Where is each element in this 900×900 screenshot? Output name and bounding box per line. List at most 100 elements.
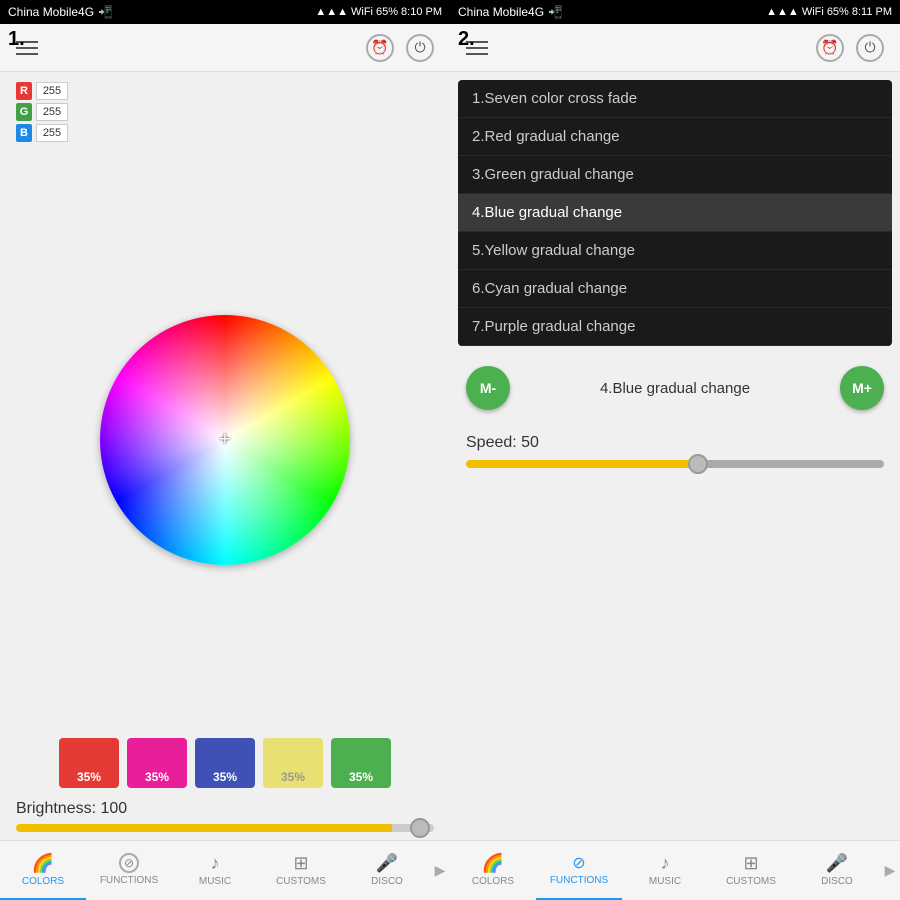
g-row: G 255 xyxy=(16,103,434,121)
functions-label-1: FUNCTIONS xyxy=(100,875,158,886)
wifi-2: WiFi xyxy=(802,6,824,18)
nav-arrow-1[interactable]: ▶ xyxy=(430,841,450,900)
function-item-2[interactable]: 2.Red gradual change xyxy=(458,118,892,156)
tab-disco-2[interactable]: 🎤 DISCO xyxy=(794,841,880,900)
screen1-label: 1. xyxy=(8,28,25,51)
music-label-2: MUSIC xyxy=(649,876,681,887)
tab-colors-1[interactable]: 🌈 COLORS xyxy=(0,841,86,900)
b-row: B 255 xyxy=(16,124,434,142)
sim-icon-1: 📲 xyxy=(98,5,113,19)
screen1-wrapper: China Mobile4G 📲 ▲▲▲ WiFi 65% 8:10 PM ⏰ … xyxy=(0,0,450,900)
m-minus-button[interactable]: M- xyxy=(466,366,510,410)
alarm-icon-1[interactable]: ⏰ xyxy=(366,34,394,62)
speed-slider[interactable] xyxy=(466,460,884,468)
function-item-7[interactable]: 7.Purple gradual change xyxy=(458,308,892,346)
brightness-section: Brightness: 100 xyxy=(0,796,450,840)
screen1: China Mobile4G 📲 ▲▲▲ WiFi 65% 8:10 PM ⏰ … xyxy=(0,0,450,900)
carrier-1: China Mobile4G xyxy=(8,5,94,19)
colors-label-1: COLORS xyxy=(22,876,64,887)
screen2-wrapper: China Mobile4G 📲 ▲▲▲ WiFi 65% 8:11 PM ⏰ … xyxy=(450,0,900,900)
tab-colors-2[interactable]: 🌈 COLORS xyxy=(450,841,536,900)
music-label-1: MUSIC xyxy=(199,876,231,887)
tab-customs-2[interactable]: ⊞ CUSTOMS xyxy=(708,841,794,900)
tab-functions-2[interactable]: ⊘ FUNCTIONS xyxy=(536,841,622,900)
disco-label-1: DISCO xyxy=(371,876,403,887)
swatch-green[interactable]: 35% xyxy=(331,738,391,788)
colors-icon-1: 🌈 xyxy=(32,853,54,874)
alarm-icon-2[interactable]: ⏰ xyxy=(816,34,844,62)
functions-icon-2: ⊘ xyxy=(572,853,585,873)
bottom-nav-2: 🌈 COLORS ⊘ FUNCTIONS ♪ MUSIC ⊞ CUSTOMS 🎤… xyxy=(450,840,900,900)
signal-1: ▲▲▲ xyxy=(315,6,348,18)
status-bar-2: China Mobile4G 📲 ▲▲▲ WiFi 65% 8:11 PM xyxy=(450,0,900,24)
screen2: China Mobile4G 📲 ▲▲▲ WiFi 65% 8:11 PM ⏰ … xyxy=(450,0,900,900)
swatch-red[interactable]: 35% xyxy=(59,738,119,788)
spacer-2 xyxy=(450,468,900,840)
swatch-blue[interactable]: 35% xyxy=(195,738,255,788)
tab-music-2[interactable]: ♪ MUSIC xyxy=(622,841,708,900)
m-plus-button[interactable]: M+ xyxy=(840,366,884,410)
function-control-row: M- 4.Blue gradual change M+ xyxy=(466,366,884,410)
function-controls: M- 4.Blue gradual change M+ xyxy=(450,354,900,434)
brightness-thumb[interactable] xyxy=(410,818,430,838)
tab-customs-1[interactable]: ⊞ CUSTOMS xyxy=(258,841,344,900)
disco-icon-1: 🎤 xyxy=(376,853,398,874)
r-letter: R xyxy=(16,82,32,100)
tab-functions-1[interactable]: ⊘ FUNCTIONS xyxy=(86,841,172,900)
colors-label-2: COLORS xyxy=(472,876,514,887)
power-icon-2[interactable]: ⏻ xyxy=(856,34,884,62)
customs-label-2: CUSTOMS xyxy=(726,876,776,887)
color-wheel[interactable]: + xyxy=(100,315,350,565)
r-row: R 255 xyxy=(16,82,434,100)
customs-icon-2: ⊞ xyxy=(743,853,758,874)
music-icon-2: ♪ xyxy=(661,853,670,874)
wifi-1: WiFi xyxy=(351,6,373,18)
brightness-slider[interactable] xyxy=(16,824,434,832)
r-value: 255 xyxy=(36,82,68,100)
battery-1: 65% xyxy=(376,6,398,18)
speed-thumb[interactable] xyxy=(688,454,708,474)
bottom-nav-1: 🌈 COLORS ⊘ FUNCTIONS ♪ MUSIC ⊞ CUSTOMS 🎤… xyxy=(0,840,450,900)
tab-disco-1[interactable]: 🎤 DISCO xyxy=(344,841,430,900)
b-letter: B xyxy=(16,124,32,142)
functions-icon-1: ⊘ xyxy=(119,853,139,873)
disco-label-2: DISCO xyxy=(821,876,853,887)
top-nav-2: ⏰ ⏻ xyxy=(450,24,900,72)
power-icon-1[interactable]: ⏻ xyxy=(406,34,434,62)
b-value: 255 xyxy=(36,124,68,142)
rgb-labels: R 255 G 255 B 255 xyxy=(0,72,450,142)
color-crosshair: + xyxy=(219,429,231,452)
g-letter: G xyxy=(16,103,32,121)
color-wheel-container[interactable]: + xyxy=(0,142,450,738)
signal-2: ▲▲▲ xyxy=(766,6,799,18)
function-item-5[interactable]: 5.Yellow gradual change xyxy=(458,232,892,270)
color-swatches: 35% 35% 35% 35% 35% xyxy=(0,738,450,796)
speed-section: Speed: 50 xyxy=(450,434,900,468)
disco-icon-2: 🎤 xyxy=(826,853,848,874)
battery-2: 65% xyxy=(827,6,849,18)
tab-music-1[interactable]: ♪ MUSIC xyxy=(172,841,258,900)
customs-icon-1: ⊞ xyxy=(293,853,308,874)
function-item-1[interactable]: 1.Seven color cross fade xyxy=(458,80,892,118)
screen2-label: 2. xyxy=(458,28,475,51)
speed-label: Speed: 50 xyxy=(466,434,884,452)
current-function-label: 4.Blue gradual change xyxy=(510,380,840,397)
carrier-2: China Mobile4G xyxy=(458,5,544,19)
function-item-6[interactable]: 6.Cyan gradual change xyxy=(458,270,892,308)
time-1: 8:10 PM xyxy=(401,6,442,18)
functions-label-2: FUNCTIONS xyxy=(550,875,608,886)
colors-icon-2: 🌈 xyxy=(482,853,504,874)
customs-label-1: CUSTOMS xyxy=(276,876,326,887)
nav-arrow-2[interactable]: ▶ xyxy=(880,841,900,900)
brightness-label: Brightness: 100 xyxy=(16,800,434,818)
g-value: 255 xyxy=(36,103,68,121)
swatch-yellow[interactable]: 35% xyxy=(263,738,323,788)
top-nav-1: ⏰ ⏻ xyxy=(0,24,450,72)
swatch-pink[interactable]: 35% xyxy=(127,738,187,788)
sim-icon-2: 📲 xyxy=(548,5,563,19)
status-bar-1: China Mobile4G 📲 ▲▲▲ WiFi 65% 8:10 PM xyxy=(0,0,450,24)
time-2: 8:11 PM xyxy=(852,6,892,18)
function-item-3[interactable]: 3.Green gradual change xyxy=(458,156,892,194)
music-icon-1: ♪ xyxy=(211,853,220,874)
function-item-4[interactable]: 4.Blue gradual change xyxy=(458,194,892,232)
